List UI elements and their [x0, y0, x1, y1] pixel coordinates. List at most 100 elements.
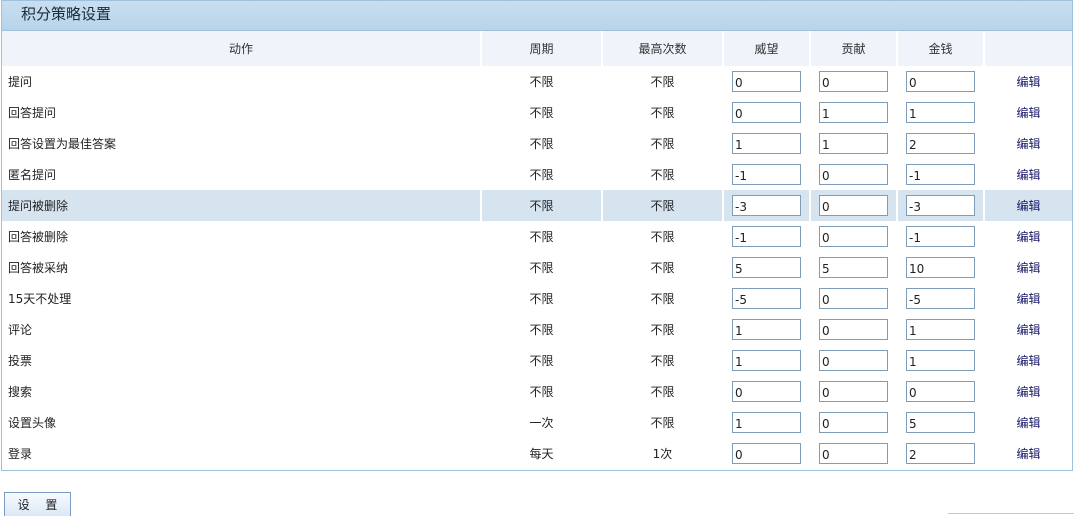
max-times-cell: 不限 — [603, 314, 724, 345]
max-times-cell: 不限 — [603, 252, 724, 283]
contribution-cell — [811, 128, 898, 159]
money-cell — [898, 345, 985, 376]
table-row: 设置头像一次不限 编辑 — [2, 407, 1072, 438]
money-cell — [898, 438, 985, 469]
contribution-cell — [811, 438, 898, 469]
contribution-input[interactable] — [819, 381, 888, 402]
prestige-cell — [724, 252, 811, 283]
operation-cell: 编辑 — [985, 345, 1072, 376]
contribution-input[interactable] — [819, 195, 888, 216]
contribution-input[interactable] — [819, 257, 888, 278]
edit-link[interactable]: 编辑 — [1016, 416, 1040, 430]
money-cell — [898, 97, 985, 128]
operation-cell: 编辑 — [985, 97, 1072, 128]
contribution-input[interactable] — [819, 226, 888, 247]
money-input[interactable] — [906, 226, 975, 247]
money-input[interactable] — [906, 71, 975, 92]
period-cell: 一次 — [482, 407, 603, 438]
edit-link[interactable]: 编辑 — [1016, 75, 1040, 89]
money-input[interactable] — [906, 443, 975, 464]
money-cell — [898, 376, 985, 407]
table-row: 回答设置为最佳答案不限不限编辑 — [2, 128, 1072, 159]
period-cell: 不限 — [482, 252, 603, 283]
contribution-cell — [811, 159, 898, 190]
period-cell: 不限 — [482, 190, 603, 221]
prestige-input[interactable] — [732, 412, 801, 433]
action-cell: 投票 — [2, 345, 482, 376]
column-header-money: 金钱 — [898, 31, 985, 66]
contribution-input[interactable] — [819, 164, 888, 185]
column-header-action: 动作 — [2, 31, 482, 66]
prestige-input[interactable] — [732, 319, 801, 340]
contribution-input[interactable] — [819, 102, 888, 123]
prestige-input[interactable] — [732, 288, 801, 309]
operation-cell: 编辑 — [985, 128, 1072, 159]
prestige-input[interactable] — [732, 102, 801, 123]
money-input[interactable] — [906, 319, 975, 340]
action-cell: 评论 — [2, 314, 482, 345]
action-cell: 提问 — [2, 66, 482, 97]
edit-link[interactable]: 编辑 — [1016, 230, 1040, 244]
contribution-input[interactable] — [819, 288, 888, 309]
contribution-input[interactable] — [819, 133, 888, 154]
period-cell: 不限 — [482, 97, 603, 128]
edit-link[interactable]: 编辑 — [1016, 199, 1040, 213]
money-input[interactable] — [906, 195, 975, 216]
edit-link[interactable]: 编辑 — [1016, 168, 1040, 182]
contribution-cell — [811, 221, 898, 252]
max-times-cell: 不限 — [603, 66, 724, 97]
prestige-input[interactable] — [732, 443, 801, 464]
table-row: 提问被删除不限不限编辑 — [2, 190, 1072, 221]
action-cell: 15天不处理 — [2, 283, 482, 314]
money-input[interactable] — [906, 133, 975, 154]
contribution-input[interactable] — [819, 412, 888, 433]
money-input[interactable] — [906, 381, 975, 402]
table-row: 回答被采纳不限不限编辑 — [2, 252, 1072, 283]
money-input[interactable] — [906, 102, 975, 123]
max-times-cell: 不限 — [603, 128, 724, 159]
money-input[interactable] — [906, 257, 975, 278]
period-cell: 每天 — [482, 438, 603, 469]
contribution-input[interactable] — [819, 443, 888, 464]
money-input[interactable] — [906, 412, 975, 433]
edit-link[interactable]: 编辑 — [1016, 261, 1040, 275]
period-cell: 不限 — [482, 66, 603, 97]
contribution-cell — [811, 283, 898, 314]
max-times-cell: 不限 — [603, 159, 724, 190]
contribution-cell — [811, 314, 898, 345]
money-input[interactable] — [906, 164, 975, 185]
table-header-row: 动作 周期 最高次数 威望 贡献 金钱 — [2, 31, 1072, 66]
prestige-input[interactable] — [732, 195, 801, 216]
money-cell — [898, 190, 985, 221]
prestige-cell — [724, 221, 811, 252]
money-input[interactable] — [906, 288, 975, 309]
period-cell: 不限 — [482, 221, 603, 252]
edit-link[interactable]: 编辑 — [1016, 323, 1040, 337]
period-cell: 不限 — [482, 314, 603, 345]
edit-link[interactable]: 编辑 — [1016, 447, 1040, 461]
edit-link[interactable]: 编辑 — [1016, 354, 1040, 368]
contribution-input[interactable] — [819, 350, 888, 371]
prestige-cell — [724, 314, 811, 345]
money-input[interactable] — [906, 350, 975, 371]
prestige-input[interactable] — [732, 381, 801, 402]
prestige-input[interactable] — [732, 71, 801, 92]
prestige-input[interactable] — [732, 164, 801, 185]
edit-link[interactable]: 编辑 — [1016, 106, 1040, 120]
prestige-input[interactable] — [732, 133, 801, 154]
contribution-input[interactable] — [819, 71, 888, 92]
edit-link[interactable]: 编辑 — [1016, 385, 1040, 399]
prestige-input[interactable] — [732, 257, 801, 278]
max-times-cell: 不限 — [603, 97, 724, 128]
action-cell: 提问被删除 — [2, 190, 482, 221]
prestige-input[interactable] — [732, 350, 801, 371]
table-row: 投票不限不限编辑 — [2, 345, 1072, 376]
prestige-cell — [724, 66, 811, 97]
contribution-cell — [811, 345, 898, 376]
edit-link[interactable]: 编辑 — [1016, 137, 1040, 151]
contribution-input[interactable] — [819, 319, 888, 340]
prestige-input[interactable] — [732, 226, 801, 247]
edit-link[interactable]: 编辑 — [1016, 292, 1040, 306]
contribution-cell — [811, 190, 898, 221]
submit-settings-button[interactable]: 设 置 — [4, 492, 71, 516]
